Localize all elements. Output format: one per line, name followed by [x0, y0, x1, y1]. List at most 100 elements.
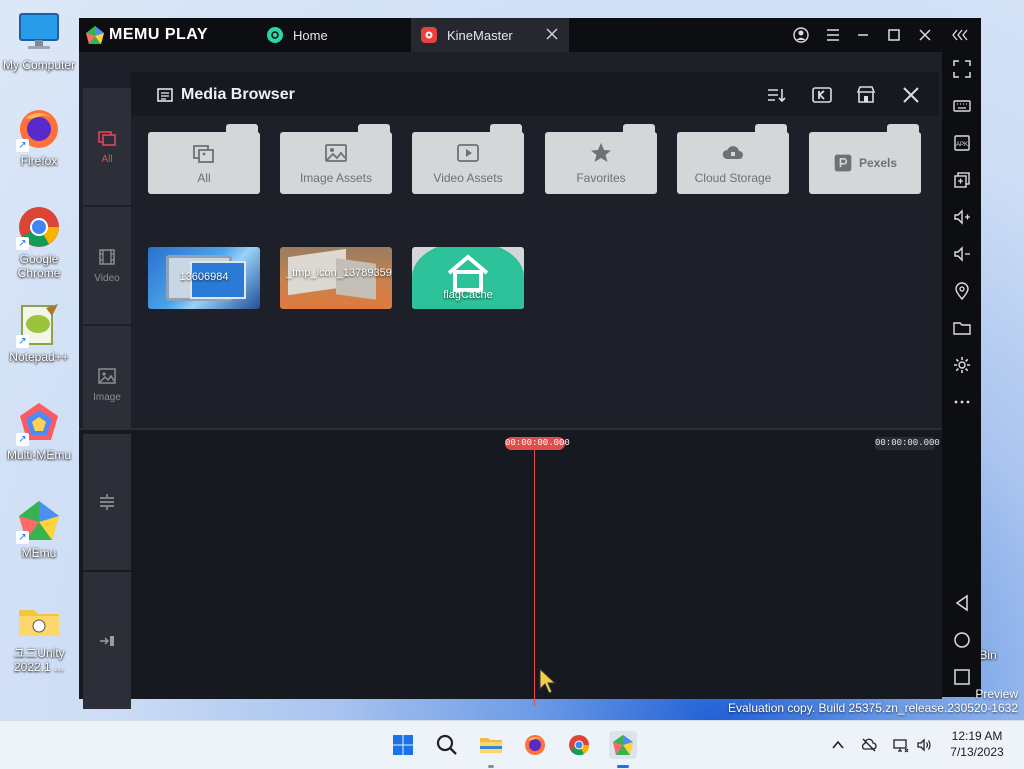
pexels-icon [834, 154, 852, 172]
media-type-sidebar: All Video Image [83, 88, 131, 443]
maximize-icon[interactable] [885, 26, 903, 44]
close-window-icon[interactable] [916, 26, 934, 44]
android-recents-icon[interactable] [952, 667, 972, 687]
sidebar-item-label: Image [93, 392, 121, 403]
sort-icon[interactable] [765, 84, 787, 106]
star-icon [591, 143, 611, 162]
clock-time: 12:19 AM [951, 729, 1003, 743]
tab-label: Home [293, 27, 328, 43]
kinemaster-app: All Video Image Media Browser All Image … [79, 52, 942, 709]
memu-taskbar-icon[interactable] [609, 731, 637, 759]
taskbar-clock[interactable]: 12:19 AM 7/13/2023 [944, 728, 1010, 760]
split-tracks-icon [100, 494, 114, 510]
folder-body: Favorites [545, 132, 657, 194]
page-title: Media Browser [181, 86, 295, 103]
desktop-icon-label: Google Chrome [17, 252, 61, 280]
account-icon[interactable] [792, 26, 810, 44]
desktop-icon-label: My Computer [2, 58, 76, 72]
playhead-time[interactable]: 00:00:00.000 [505, 437, 570, 450]
chrome-taskbar-icon[interactable] [566, 732, 592, 758]
notepadpp-icon: ↗ [16, 302, 62, 348]
folder-image-assets[interactable]: Image Assets [280, 124, 392, 198]
firefox-taskbar-icon[interactable] [522, 732, 548, 758]
clock-date: 7/13/2023 [950, 745, 1004, 759]
android-home-icon[interactable] [952, 630, 972, 650]
settings-gear-icon[interactable] [952, 355, 972, 375]
media-browser-header: Media Browser [131, 72, 939, 116]
desktop-icon-label: MEmu [21, 546, 57, 560]
sidebar-item-label: All [101, 154, 113, 165]
memu-emulator-window: MEMU PLAY Home KineMaster All Video Imag… [79, 18, 981, 709]
desktop-icon-chrome[interactable]: ↗ Google Chrome [1, 204, 77, 280]
desktop-icon-notepadpp[interactable]: ↗ Notepad++ [1, 302, 77, 364]
android-back-icon[interactable] [952, 593, 972, 613]
watermark-line: Preview [975, 687, 1018, 701]
watermark-line: Evaluation copy. Build 25375.zn_release.… [728, 701, 1018, 715]
folder-label: Image Assets [299, 171, 373, 185]
tab-home[interactable]: Home [257, 18, 411, 52]
sidebar-item-video[interactable]: Video [83, 207, 131, 324]
more-options-icon[interactable] [952, 392, 972, 412]
memu-icon: ↗ [16, 498, 62, 544]
folder-favorites[interactable]: Favorites [545, 124, 657, 198]
play-icon [457, 144, 479, 162]
desktop-icon-label: Firefox [20, 154, 58, 168]
keyboard-icon[interactable] [952, 96, 972, 116]
fullscreen-icon[interactable] [952, 59, 972, 79]
tab-kinemaster[interactable]: KineMaster [411, 18, 569, 52]
folder-all[interactable]: All [148, 124, 260, 198]
volume-icon[interactable] [915, 736, 933, 754]
media-item[interactable]: flagCache [412, 247, 524, 309]
emulator-side-toolbar: APK [942, 52, 981, 697]
volume-down-icon[interactable] [952, 244, 972, 264]
folder-cloud-storage[interactable]: Cloud Storage [677, 124, 789, 198]
search-icon[interactable] [434, 732, 460, 758]
minimize-icon[interactable] [854, 26, 872, 44]
folder-video-assets[interactable]: Video Assets [412, 124, 524, 198]
media-browser-icon [157, 88, 173, 102]
folder-icon[interactable] [952, 318, 972, 338]
file-explorer-icon[interactable] [478, 732, 504, 758]
all-media-icon [193, 145, 214, 163]
desktop-icon-firefox[interactable]: ↗ Firefox [1, 106, 77, 168]
onedrive-off-icon[interactable] [860, 736, 878, 754]
desktop-icon-unity[interactable]: ユニUnity 2022.1 ... [1, 598, 77, 674]
media-browser-grid: All Image Assets Video Assets Favorites … [131, 116, 939, 426]
timeline-track-control[interactable] [83, 572, 131, 709]
multi-window-icon[interactable] [952, 170, 972, 190]
memu-brand-text: MEMU PLAY [109, 26, 209, 43]
desktop-icon-my-computer[interactable]: My Computer [1, 10, 77, 72]
sidebar-item-image[interactable]: Image [83, 326, 131, 443]
apk-install-icon[interactable]: APK [952, 133, 972, 153]
store-icon[interactable] [855, 84, 877, 106]
show-hidden-icons-chevron-icon[interactable] [829, 736, 847, 754]
media-item-label: 13606984 [179, 271, 229, 283]
network-icon[interactable] [892, 736, 910, 754]
folder-body: Image Assets [280, 132, 392, 194]
close-media-browser-icon[interactable] [900, 84, 922, 106]
shortcut-arrow-icon: ↗ [16, 433, 29, 446]
volume-up-icon[interactable] [952, 207, 972, 227]
collapse-sidebar-icon[interactable] [951, 26, 969, 44]
desktop-icon-memu[interactable]: ↗ MEmu [1, 498, 77, 560]
desktop-icon-multi-memu[interactable]: ↗ Multi-MEmu [1, 400, 77, 462]
folder-pexels[interactable]: Pexels [809, 124, 921, 198]
folder-label: Favorites [576, 171, 626, 185]
folder-body: All [148, 132, 260, 194]
mouse-cursor-icon [539, 668, 557, 694]
location-icon[interactable] [952, 281, 972, 301]
media-item[interactable]: _tmp_icon_13789359 [280, 247, 392, 309]
playhead-line[interactable] [534, 450, 535, 706]
sidebar-item-all[interactable]: All [83, 88, 131, 205]
home-icon [447, 254, 489, 292]
media-item-label: _tmp_icon_13789359 [286, 267, 392, 279]
start-button-windows-icon[interactable] [390, 732, 416, 758]
desktop-icon-label: ユニUnity 2022.1 ... [13, 646, 65, 674]
monitor-icon [16, 10, 62, 56]
media-item[interactable]: 13606984 [148, 247, 260, 309]
close-tab-icon[interactable] [545, 27, 559, 41]
kinemaster-asset-store-icon[interactable] [811, 84, 833, 106]
folder-label: All [197, 171, 211, 185]
timeline-track-control[interactable] [83, 434, 131, 570]
menu-icon[interactable] [824, 26, 842, 44]
